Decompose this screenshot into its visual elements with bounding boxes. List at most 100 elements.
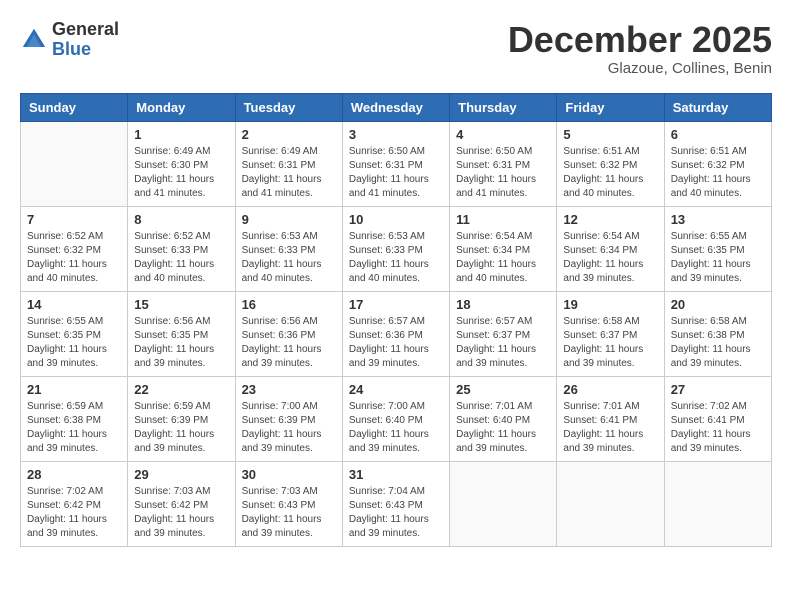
- logo: General Blue: [20, 20, 119, 60]
- calendar-cell: 27Sunrise: 7:02 AMSunset: 6:41 PMDayligh…: [664, 376, 771, 461]
- calendar-cell: 16 Sunrise: 6:56 AMSunset: 6:36 PMDayligh…: [235, 291, 342, 376]
- day-info: Sunrise: 6:50 AMSunset: 6:31 PMDaylight:…: [349, 145, 443, 201]
- calendar-cell: 19 Sunrise: 6:58 AMSunset: 6:37 PMDayligh…: [557, 291, 664, 376]
- day-number: 25: [456, 382, 550, 397]
- calendar-cell: 31 Sunrise: 7:04 AMSunset: 6:43 PMDayligh…: [342, 461, 449, 546]
- day-number: 7: [27, 212, 121, 227]
- calendar-cell: [450, 461, 557, 546]
- calendar-cell: 5 Sunrise: 6:51 AMSunset: 6:32 PMDaylight…: [557, 121, 664, 206]
- day-number: 31: [349, 467, 443, 482]
- day-number: 3: [349, 127, 443, 142]
- day-info: Sunrise: 6:52 AMSunset: 6:32 PMDaylight:…: [27, 230, 121, 286]
- location-title: Glazoue, Collines, Benin: [508, 60, 772, 77]
- day-info: Sunrise: 6:49 AMSunset: 6:30 PMDaylight:…: [134, 145, 228, 201]
- day-number: 5: [563, 127, 657, 142]
- calendar-cell: [557, 461, 664, 546]
- calendar-cell: 30 Sunrise: 7:03 AMSunset: 6:43 PMDayligh…: [235, 461, 342, 546]
- day-info: Sunrise: 6:59 AMSunset: 6:39 PMDaylight:…: [134, 400, 228, 456]
- day-number: 1: [134, 127, 228, 142]
- day-info: Sunrise: 6:57 AMSunset: 6:37 PMDaylight:…: [456, 315, 550, 371]
- day-info: Sunrise: 7:00 AMSunset: 6:39 PMDaylight:…: [242, 400, 336, 456]
- day-info: Sunrise: 6:56 AMSunset: 6:35 PMDaylight:…: [134, 315, 228, 371]
- calendar-cell: 24Sunrise: 7:00 AMSunset: 6:40 PMDayligh…: [342, 376, 449, 461]
- day-number: 4: [456, 127, 550, 142]
- calendar-week-row: 7 Sunrise: 6:52 AMSunset: 6:32 PMDaylight…: [21, 206, 772, 291]
- day-number: 13: [671, 212, 765, 227]
- day-info: Sunrise: 7:01 AMSunset: 6:40 PMDaylight:…: [456, 400, 550, 456]
- calendar-cell: 9 Sunrise: 6:53 AMSunset: 6:33 PMDaylight…: [235, 206, 342, 291]
- calendar-cell: 25 Sunrise: 7:01 AMSunset: 6:40 PMDayligh…: [450, 376, 557, 461]
- calendar-cell: 13Sunrise: 6:55 AMSunset: 6:35 PMDayligh…: [664, 206, 771, 291]
- day-info: Sunrise: 7:02 AMSunset: 6:42 PMDaylight:…: [27, 485, 121, 541]
- day-number: 11: [456, 212, 550, 227]
- calendar-cell: 17Sunrise: 6:57 AMSunset: 6:36 PMDayligh…: [342, 291, 449, 376]
- calendar-cell: 4 Sunrise: 6:50 AMSunset: 6:31 PMDaylight…: [450, 121, 557, 206]
- page-header: General Blue December 2025 Glazoue, Coll…: [20, 20, 772, 77]
- day-info: Sunrise: 7:03 AMSunset: 6:43 PMDaylight:…: [242, 485, 336, 541]
- calendar-cell: 20 Sunrise: 6:58 AMSunset: 6:38 PMDayligh…: [664, 291, 771, 376]
- day-number: 30: [242, 467, 336, 482]
- day-number: 9: [242, 212, 336, 227]
- calendar-table: SundayMondayTuesdayWednesdayThursdayFrid…: [20, 93, 772, 547]
- calendar-week-row: 21Sunrise: 6:59 AMSunset: 6:38 PMDayligh…: [21, 376, 772, 461]
- calendar-cell: 7 Sunrise: 6:52 AMSunset: 6:32 PMDaylight…: [21, 206, 128, 291]
- weekday-header: Tuesday: [235, 93, 342, 121]
- day-number: 15: [134, 297, 228, 312]
- day-info: Sunrise: 7:02 AMSunset: 6:41 PMDaylight:…: [671, 400, 765, 456]
- day-number: 17: [349, 297, 443, 312]
- calendar-week-row: 1 Sunrise: 6:49 AMSunset: 6:30 PMDaylight…: [21, 121, 772, 206]
- day-number: 29: [134, 467, 228, 482]
- calendar-cell: 28 Sunrise: 7:02 AMSunset: 6:42 PMDayligh…: [21, 461, 128, 546]
- calendar-cell: 8 Sunrise: 6:52 AMSunset: 6:33 PMDaylight…: [128, 206, 235, 291]
- day-number: 2: [242, 127, 336, 142]
- weekday-header: Friday: [557, 93, 664, 121]
- weekday-header: Saturday: [664, 93, 771, 121]
- day-number: 19: [563, 297, 657, 312]
- calendar-cell: 2 Sunrise: 6:49 AMSunset: 6:31 PMDaylight…: [235, 121, 342, 206]
- calendar-cell: 14 Sunrise: 6:55 AMSunset: 6:35 PMDayligh…: [21, 291, 128, 376]
- day-info: Sunrise: 6:53 AMSunset: 6:33 PMDaylight:…: [349, 230, 443, 286]
- day-number: 16: [242, 297, 336, 312]
- day-number: 22: [134, 382, 228, 397]
- calendar-week-row: 28 Sunrise: 7:02 AMSunset: 6:42 PMDayligh…: [21, 461, 772, 546]
- weekday-header: Sunday: [21, 93, 128, 121]
- logo-text: General Blue: [52, 20, 119, 60]
- month-title: December 2025: [508, 20, 772, 60]
- day-number: 18: [456, 297, 550, 312]
- day-info: Sunrise: 6:58 AMSunset: 6:37 PMDaylight:…: [563, 315, 657, 371]
- day-number: 6: [671, 127, 765, 142]
- day-info: Sunrise: 6:53 AMSunset: 6:33 PMDaylight:…: [242, 230, 336, 286]
- logo-blue-text: Blue: [52, 40, 119, 60]
- day-number: 12: [563, 212, 657, 227]
- calendar-cell: 23Sunrise: 7:00 AMSunset: 6:39 PMDayligh…: [235, 376, 342, 461]
- weekday-header: Monday: [128, 93, 235, 121]
- calendar-cell: 15 Sunrise: 6:56 AMSunset: 6:35 PMDayligh…: [128, 291, 235, 376]
- calendar-cell: [664, 461, 771, 546]
- day-info: Sunrise: 6:54 AMSunset: 6:34 PMDaylight:…: [456, 230, 550, 286]
- day-number: 20: [671, 297, 765, 312]
- calendar-cell: 12 Sunrise: 6:54 AMSunset: 6:34 PMDayligh…: [557, 206, 664, 291]
- day-number: 28: [27, 467, 121, 482]
- calendar-cell: 11 Sunrise: 6:54 AMSunset: 6:34 PMDayligh…: [450, 206, 557, 291]
- day-info: Sunrise: 6:54 AMSunset: 6:34 PMDaylight:…: [563, 230, 657, 286]
- day-info: Sunrise: 7:00 AMSunset: 6:40 PMDaylight:…: [349, 400, 443, 456]
- logo-general-text: General: [52, 20, 119, 40]
- logo-icon: [20, 26, 48, 54]
- day-info: Sunrise: 6:56 AMSunset: 6:36 PMDaylight:…: [242, 315, 336, 371]
- day-number: 26: [563, 382, 657, 397]
- day-info: Sunrise: 6:52 AMSunset: 6:33 PMDaylight:…: [134, 230, 228, 286]
- day-info: Sunrise: 7:01 AMSunset: 6:41 PMDaylight:…: [563, 400, 657, 456]
- weekday-header: Wednesday: [342, 93, 449, 121]
- day-info: Sunrise: 6:58 AMSunset: 6:38 PMDaylight:…: [671, 315, 765, 371]
- day-info: Sunrise: 6:55 AMSunset: 6:35 PMDaylight:…: [27, 315, 121, 371]
- title-block: December 2025 Glazoue, Collines, Benin: [508, 20, 772, 77]
- day-number: 8: [134, 212, 228, 227]
- day-number: 14: [27, 297, 121, 312]
- day-info: Sunrise: 7:04 AMSunset: 6:43 PMDaylight:…: [349, 485, 443, 541]
- day-info: Sunrise: 6:49 AMSunset: 6:31 PMDaylight:…: [242, 145, 336, 201]
- day-info: Sunrise: 6:51 AMSunset: 6:32 PMDaylight:…: [563, 145, 657, 201]
- day-info: Sunrise: 7:03 AMSunset: 6:42 PMDaylight:…: [134, 485, 228, 541]
- calendar-cell: 1 Sunrise: 6:49 AMSunset: 6:30 PMDaylight…: [128, 121, 235, 206]
- day-info: Sunrise: 6:59 AMSunset: 6:38 PMDaylight:…: [27, 400, 121, 456]
- day-info: Sunrise: 6:50 AMSunset: 6:31 PMDaylight:…: [456, 145, 550, 201]
